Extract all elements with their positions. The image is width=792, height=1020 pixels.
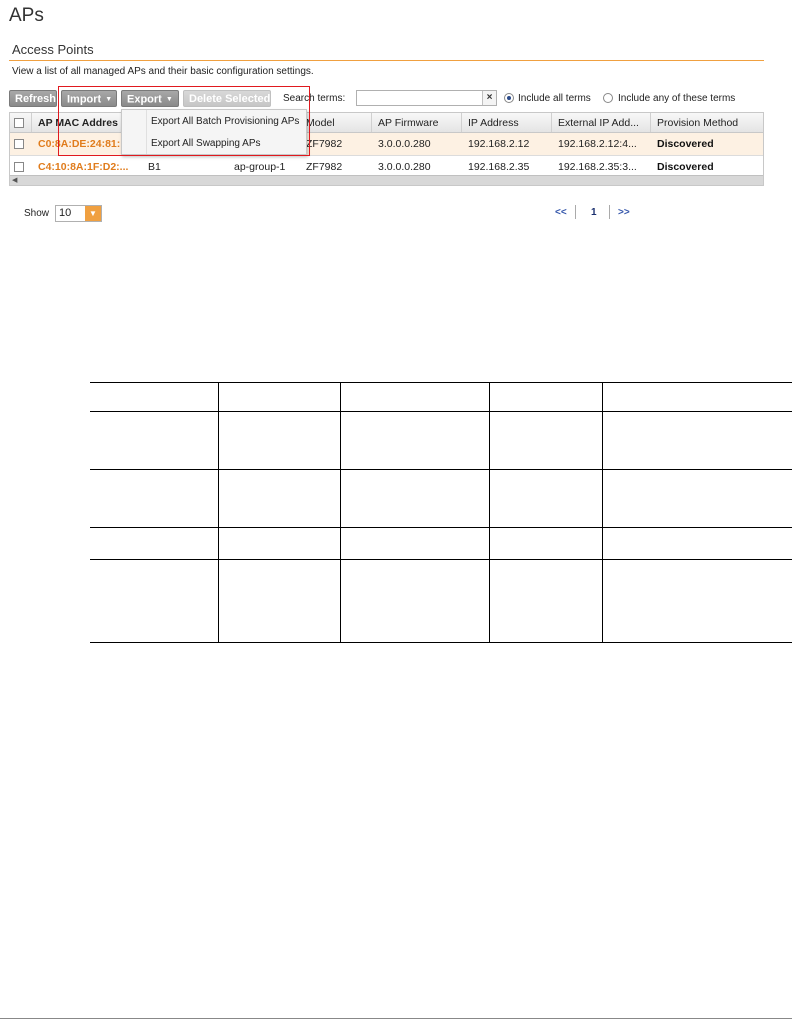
import-label: Import [67, 93, 102, 106]
table-cell [90, 527, 219, 560]
export-button[interactable]: Export ▼ [121, 90, 179, 107]
include-all-terms-radio[interactable] [504, 93, 514, 103]
row-checkbox[interactable] [14, 162, 24, 172]
table-cell [218, 382, 341, 412]
pager-separator [575, 205, 576, 219]
page-size-select[interactable]: 10 ▼ [55, 205, 102, 222]
page-size-value: 10 [59, 207, 72, 219]
firmware-cell: 3.0.0.0.280 [378, 138, 431, 150]
col-provision-method[interactable]: Provision Method [651, 113, 763, 132]
select-all-cell [10, 113, 32, 132]
page-title: APs [9, 5, 44, 26]
table-cell [340, 382, 490, 412]
col-model[interactable]: Model [300, 113, 372, 132]
pager-separator [609, 205, 610, 219]
table-cell [340, 559, 490, 643]
table-cell [218, 411, 341, 470]
table-cell [602, 382, 792, 412]
table-cell [602, 559, 792, 643]
table-row [90, 382, 792, 412]
table-cell [340, 527, 490, 560]
clear-search-icon[interactable]: × [482, 91, 496, 105]
table-cell [602, 469, 792, 528]
table-row [90, 469, 792, 528]
export-label: Export [127, 93, 162, 106]
provision-method-cell: Discovered [657, 138, 714, 150]
table-cell [90, 469, 219, 528]
current-page[interactable]: 1 [591, 207, 597, 218]
horizontal-scrollbar[interactable]: ◀ [10, 175, 763, 185]
export-batch-provisioning-aps-item[interactable]: Export All Batch Provisioning APs [122, 111, 306, 133]
document-table [90, 382, 792, 643]
table-cell [489, 559, 603, 643]
col-external-ip[interactable]: External IP Add... [552, 113, 651, 132]
include-any-terms-label: Include any of these terms [618, 93, 736, 104]
model-cell: ZF7982 [306, 138, 343, 150]
export-dropdown-menu: Export All Batch Provisioning APs Export… [121, 109, 307, 155]
table-row [90, 559, 792, 643]
table-cell [218, 559, 341, 643]
next-page-link[interactable]: >> [618, 207, 630, 218]
first-page-link[interactable]: << [555, 207, 567, 218]
search-label: Search terms: [283, 93, 346, 104]
table-cell [489, 527, 603, 560]
import-button[interactable]: Import ▼ [61, 90, 117, 107]
select-all-checkbox[interactable] [14, 118, 24, 128]
table-cell [340, 411, 490, 470]
section-divider [9, 60, 764, 61]
table-cell [489, 382, 603, 412]
section-title: Access Points [12, 42, 94, 57]
table-cell [489, 411, 603, 470]
table-cell [602, 411, 792, 470]
table-cell [340, 469, 490, 528]
table-cell [218, 527, 341, 560]
search-input[interactable] [357, 91, 487, 105]
chevron-down-icon: ▼ [165, 96, 173, 103]
row-checkbox[interactable] [14, 139, 24, 149]
refresh-button[interactable]: Refresh [9, 90, 57, 107]
table-cell [90, 382, 219, 412]
delete-selected-button[interactable]: Delete Selected [183, 90, 271, 107]
table-cell [218, 469, 341, 528]
table-row [90, 411, 792, 470]
export-swapping-aps-item[interactable]: Export All Swapping APs [122, 133, 306, 155]
table-cell [90, 411, 219, 470]
section-description: View a list of all managed APs and their… [12, 66, 314, 77]
table-cell [489, 469, 603, 528]
ip-cell: 192.168.2.12 [468, 138, 530, 150]
col-ip-address[interactable]: IP Address [462, 113, 552, 132]
col-ap-firmware[interactable]: AP Firmware [372, 113, 462, 132]
search-box: × [356, 90, 497, 106]
scroll-left-icon[interactable]: ◀ [12, 176, 17, 185]
include-all-terms-label: Include all terms [518, 93, 591, 104]
external-ip-cell: 192.168.2.12:4... [558, 138, 637, 150]
page-bottom-rule [0, 1018, 792, 1019]
table-row [90, 527, 792, 560]
include-any-terms-radio[interactable] [603, 93, 613, 103]
chevron-down-icon[interactable]: ▼ [85, 206, 101, 221]
table-cell [90, 559, 219, 643]
show-label: Show [24, 208, 50, 219]
table-cell [602, 527, 792, 560]
chevron-down-icon: ▼ [105, 96, 113, 103]
